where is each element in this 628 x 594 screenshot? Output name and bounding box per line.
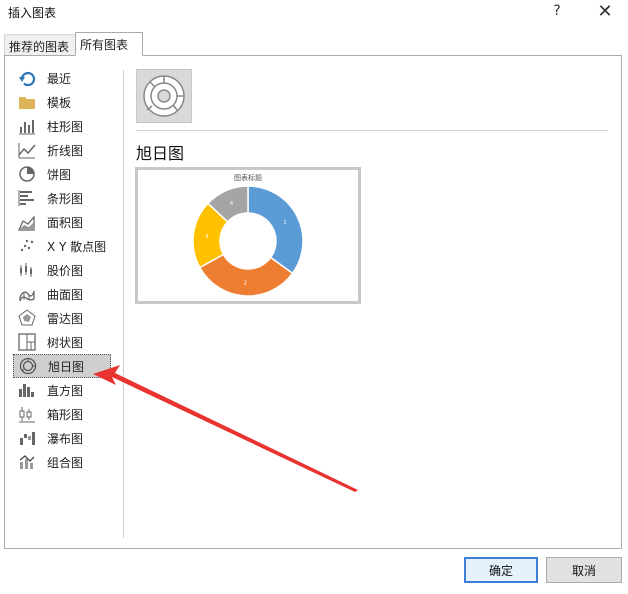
sidebar-item-histogram-chart[interactable]: 直方图 [13,378,111,402]
sidebar-item-label: X Y 散点图 [47,239,107,254]
column-chart-icon [18,117,36,135]
sunburst-subtype-thumbnail[interactable] [136,69,192,123]
sidebar-item-area-chart[interactable]: 面积图 [13,210,111,234]
chart-type-list: 最近模板柱形图折线图饼图条形图面积图 X Y 散点图 股价图曲面图雷达图树状图旭日图… [13,66,113,474]
cancel-button[interactable]: 取消 [546,557,622,583]
sidebar-item-label: 雷达图 [47,311,84,326]
sidebar-item-radar-chart[interactable]: 雷达图 [13,306,111,330]
sidebar-item-pie-chart[interactable]: 饼图 [13,162,111,186]
sidebar-item-stock-chart[interactable]: 股价图 [13,258,111,282]
sidebar-item-recent[interactable]: 最近 [13,66,111,90]
sidebar-item-label: 旭日图 [48,359,85,374]
folder-icon [18,93,36,111]
sidebar-item-label: 最近 [47,71,72,86]
radar-chart-icon [18,309,36,327]
sidebar-item-label: 折线图 [47,143,84,158]
sunburst-segment-label: 1 [283,220,286,226]
sidebar-item-line-chart[interactable]: 折线图 [13,138,111,162]
sidebar-item-label: 瀑布图 [47,431,84,446]
sidebar-item-label: 树状图 [47,335,84,350]
vertical-divider [123,70,124,538]
sidebar-item-folder[interactable]: 模板 [13,90,111,114]
sunburst-segment-label: 4 [230,201,233,207]
waterfall-chart-icon [18,429,36,447]
surface-chart-icon [18,285,36,303]
recent-icon [18,69,36,87]
sidebar-item-label: 饼图 [47,167,72,182]
sidebar-item-label: 股价图 [47,263,84,278]
sunburst-thumb-icon [143,75,185,117]
sunburst-preview-chart: 1 2 3 4 [192,185,304,297]
sidebar-item-sunburst-chart[interactable]: 旭日图 [13,354,111,378]
title-bar: 插入图表 ? ✕ [0,0,628,26]
tab-recommended-charts[interactable]: 推荐的图表 [4,34,76,56]
sunburst-segment-label: 2 [244,280,247,286]
sidebar-item-scatter-chart[interactable]: X Y 散点图 [13,234,111,258]
sidebar-item-combo-chart[interactable]: 组合图 [13,450,111,474]
sidebar-item-label: 模板 [47,95,72,110]
sidebar-item-label: 组合图 [47,455,84,470]
sunburst-segment-label: 3 [205,234,208,240]
bar-chart-icon [18,189,36,207]
scatter-chart-icon [18,237,36,255]
sidebar-item-label: 箱形图 [47,407,84,422]
chart-panel: 最近 模板 柱形图 折线图 饼图 条形图 面积图 X Y 散点图 股价图 曲面图 雷达图 树状图 旭日图… [4,55,622,549]
sidebar-item-label: 条形图 [47,191,84,206]
sidebar-item-label: 曲面图 [47,287,84,302]
stock-chart-icon [18,261,36,279]
tab-all-charts[interactable]: 所有图表 [75,32,143,56]
sidebar-item-waterfall-chart[interactable]: 瀑布图 [13,426,111,450]
boxwhisker-chart-icon [18,405,36,423]
sunburst-chart-icon [19,357,37,375]
horizontal-divider [136,130,608,131]
sidebar-item-bar-chart[interactable]: 条形图 [13,186,111,210]
sidebar-item-treemap-chart[interactable]: 树状图 [13,330,111,354]
help-button[interactable]: ? [540,0,574,22]
ok-button[interactable]: 确定 [464,557,538,583]
sidebar-item-column-chart[interactable]: 柱形图 [13,114,111,138]
close-button[interactable]: ✕ [588,0,622,22]
sidebar-item-surface-chart[interactable]: 曲面图 [13,282,111,306]
pie-chart-icon [18,165,36,183]
treemap-chart-icon [18,333,36,351]
combo-chart-icon [18,453,36,471]
sidebar-item-label: 直方图 [47,383,84,398]
dialog-title: 插入图表 [8,6,57,20]
histogram-chart-icon [18,381,36,399]
selected-chart-name: 旭日图 [136,144,185,163]
sidebar-item-label: 柱形图 [47,119,84,134]
line-chart-icon [18,141,36,159]
sidebar-item-boxwhisker-chart[interactable]: 箱形图 [13,402,111,426]
area-chart-icon [18,213,36,231]
chart-preview[interactable]: 图表标题 1234 [135,167,361,304]
sidebar-item-label: 面积图 [47,215,84,230]
